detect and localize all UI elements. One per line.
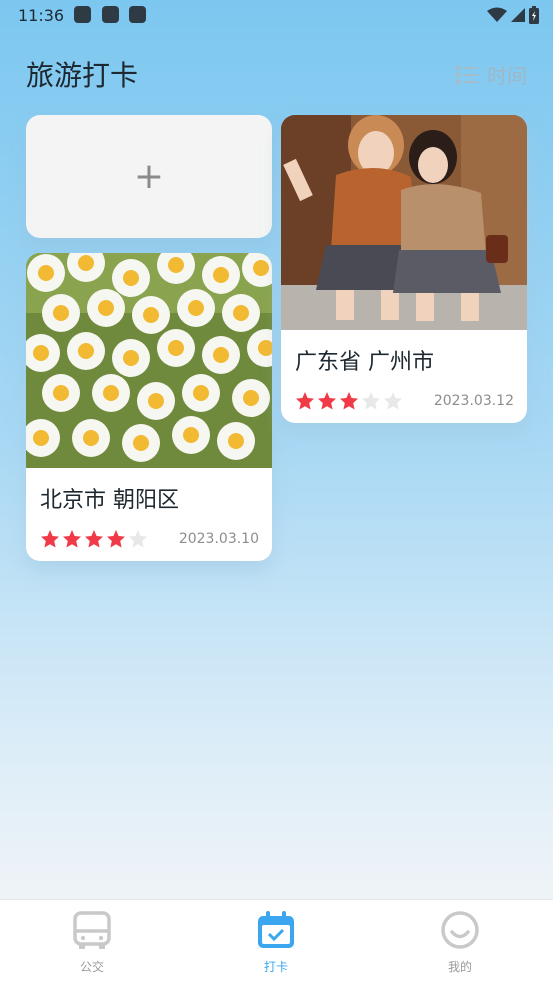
star-empty-icon (362, 392, 380, 410)
list-icon (455, 64, 478, 85)
bottom-nav: 公交 打卡 我的 (0, 899, 553, 985)
card-place: 广东省 广州市 (295, 350, 434, 375)
wifi-icon (487, 7, 507, 22)
star-filled-icon (340, 392, 358, 410)
card-date: 2023.03.12 (433, 393, 514, 409)
status-time: 11:36 (18, 6, 65, 25)
card-footer: 2023.03.10 (40, 529, 259, 549)
card-place: 北京市 朝阳区 (40, 488, 179, 513)
nav-label: 公交 (79, 960, 104, 974)
star-filled-icon (41, 530, 59, 548)
notification-icon (74, 6, 91, 23)
star-filled-icon (85, 530, 103, 548)
nav-item-checkin[interactable]: 打卡 (226, 910, 326, 975)
checkin-card[interactable]: 北京市 朝阳区 2023.03.10 (26, 253, 272, 561)
rating-stars (40, 529, 148, 549)
daisy-flowers-photo (26, 253, 272, 468)
star-filled-icon (107, 530, 125, 548)
cell-signal-icon (511, 8, 525, 22)
star-empty-icon (129, 530, 147, 548)
sort-by-time-button[interactable]: 时间 (455, 60, 527, 89)
status-indicators (487, 6, 539, 24)
two-friends-photo (281, 115, 527, 330)
calendar-check-icon (258, 911, 294, 948)
battery-icon (529, 6, 539, 24)
card-footer: 2023.03.12 (295, 391, 514, 411)
nav-label: 打卡 (263, 960, 288, 974)
star-empty-icon (384, 392, 402, 410)
checkin-card[interactable]: 广东省 广州市 2023.03.12 (281, 115, 527, 423)
nav-item-profile[interactable]: 我的 (410, 910, 510, 975)
notification-icon (102, 6, 119, 23)
star-filled-icon (296, 392, 314, 410)
plus-icon: + (133, 156, 165, 197)
add-checkin-button[interactable]: + (26, 115, 272, 238)
notification-icon (129, 6, 146, 23)
star-filled-icon (63, 530, 81, 548)
sort-label: 时间 (487, 64, 527, 88)
card-date: 2023.03.10 (178, 531, 259, 547)
nav-label: 我的 (447, 960, 472, 974)
page-title: 旅游打卡 (26, 59, 139, 92)
smiley-icon (441, 911, 479, 949)
rating-stars (295, 391, 403, 411)
nav-item-bus[interactable]: 公交 (42, 910, 142, 975)
status-bar: 11:36 (0, 0, 553, 30)
bus-icon (73, 911, 111, 949)
star-filled-icon (318, 392, 336, 410)
